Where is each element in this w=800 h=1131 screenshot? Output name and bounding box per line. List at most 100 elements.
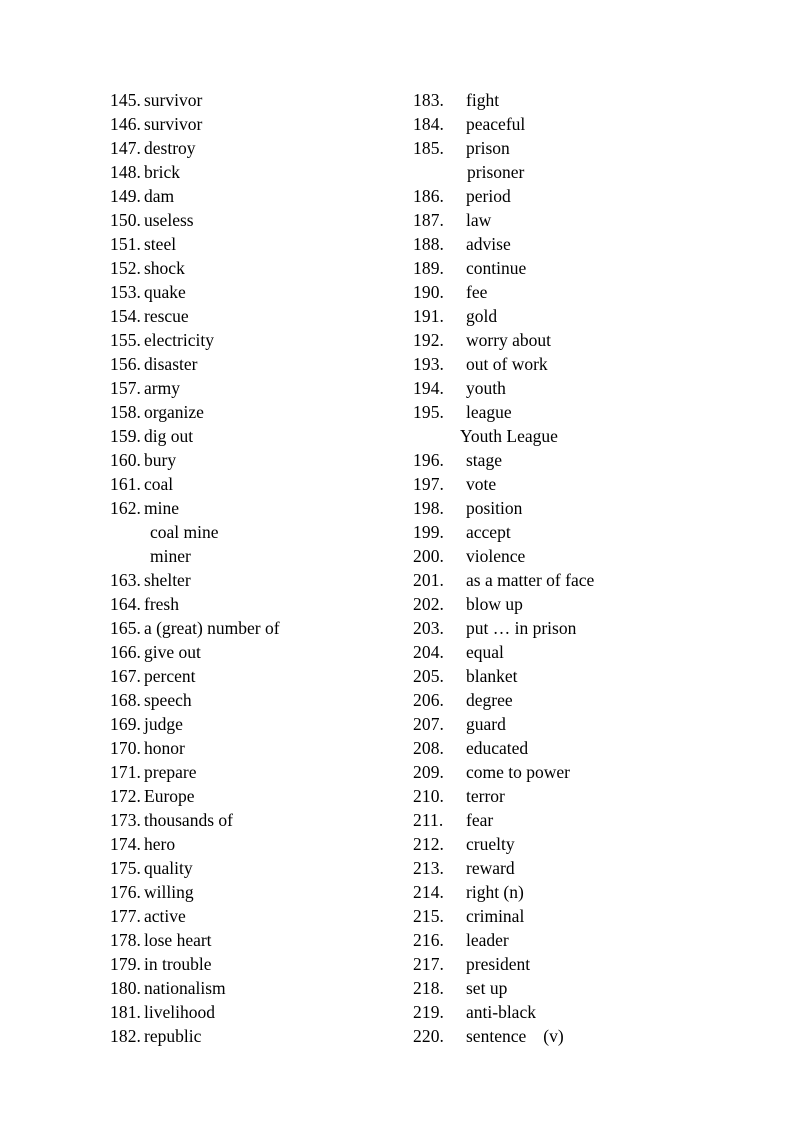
- word-list-entry: 179. in trouble: [110, 952, 410, 976]
- entry-number: 217.: [413, 954, 445, 974]
- word-list-entry: 209. come to power: [413, 760, 743, 784]
- entry-number: 151.: [110, 234, 142, 254]
- entry-number: 212.: [413, 834, 445, 854]
- word-list-entry: 172. Europe: [110, 784, 410, 808]
- entry-word: survivor: [144, 114, 203, 134]
- word-list-entry: 155. electricity: [110, 328, 410, 352]
- word-list-entry: 202. blow up: [413, 592, 743, 616]
- entry-word: peaceful: [466, 114, 526, 134]
- entry-number: 183.: [413, 90, 445, 110]
- entry-word: bury: [144, 450, 177, 470]
- entry-number: 172.: [110, 786, 142, 806]
- entry-word: quality: [144, 858, 193, 878]
- entry-number: 184.: [413, 114, 445, 134]
- word-list-entry: 189. continue: [413, 256, 743, 280]
- entry-word: electricity: [144, 330, 214, 350]
- entry-word: league: [466, 402, 512, 422]
- entry-number: 167.: [110, 666, 142, 686]
- word-list-entry: 192. worry about: [413, 328, 743, 352]
- entry-word: in trouble: [144, 954, 212, 974]
- entry-word: youth: [466, 378, 506, 398]
- entry-word: shock: [144, 258, 185, 278]
- entry-number: 186.: [413, 186, 445, 206]
- entry-number: 155.: [110, 330, 142, 350]
- entry-number: 173.: [110, 810, 142, 830]
- entry-word: destroy: [144, 138, 196, 158]
- entry-word: speech: [144, 690, 192, 710]
- entry-word: reward: [466, 858, 515, 878]
- entry-number: 149.: [110, 186, 142, 206]
- entry-number: 198.: [413, 498, 445, 518]
- entry-word: active: [144, 906, 186, 926]
- word-list-entry: 173. thousands of: [110, 808, 410, 832]
- entry-number: 193.: [413, 354, 445, 374]
- entry-word: coal: [144, 474, 174, 494]
- entry-word: fear: [466, 810, 494, 830]
- word-list-entry: 218. set up: [413, 976, 743, 1000]
- word-list-entry: 153. quake: [110, 280, 410, 304]
- word-list-entry: 167. percent: [110, 664, 410, 688]
- word-list-entry: 164. fresh: [110, 592, 410, 616]
- entry-word: coal mine: [150, 522, 219, 542]
- entry-word: leader: [466, 930, 509, 950]
- word-list-entry: 169. judge: [110, 712, 410, 736]
- word-list-subentry: coal mine: [110, 520, 410, 544]
- entry-number: 175.: [110, 858, 142, 878]
- word-list-entry: 213. reward: [413, 856, 743, 880]
- entry-number: 171.: [110, 762, 142, 782]
- entry-word: dig out: [144, 426, 194, 446]
- entry-number: 192.: [413, 330, 445, 350]
- entry-word: fresh: [144, 594, 179, 614]
- entry-word: accept: [466, 522, 511, 542]
- entry-word: livelihood: [144, 1002, 215, 1022]
- entry-number: 156.: [110, 354, 142, 374]
- word-list-entry: 182. republic: [110, 1024, 410, 1048]
- entry-word: anti-black: [466, 1002, 536, 1022]
- entry-number: 162.: [110, 498, 142, 518]
- entry-number: 201.: [413, 570, 445, 590]
- word-list-entry: 156. disaster: [110, 352, 410, 376]
- word-list-entry: 150. useless: [110, 208, 410, 232]
- entry-number: 194.: [413, 378, 445, 398]
- entry-number: 203.: [413, 618, 445, 638]
- entry-word: disaster: [144, 354, 198, 374]
- word-list-columns: 145. survivor 146. survivor 147. destroy 148. b…: [0, 88, 800, 1048]
- word-list-entry: 216. leader: [413, 928, 743, 952]
- entry-word: put … in prison: [466, 618, 577, 638]
- entry-word: educated: [466, 738, 529, 758]
- entry-number: 160.: [110, 450, 142, 470]
- entry-number: 145.: [110, 90, 142, 110]
- word-list-entry: 207. guard: [413, 712, 743, 736]
- entry-word: miner: [150, 546, 191, 566]
- entry-word: army: [144, 378, 180, 398]
- entry-word: degree: [466, 690, 513, 710]
- word-list-subentry: prisoner: [413, 160, 743, 184]
- word-list-entry: 175. quality: [110, 856, 410, 880]
- word-list-entry: 193. out of work: [413, 352, 743, 376]
- entry-word: president: [466, 954, 531, 974]
- entry-word: willing: [144, 882, 194, 902]
- word-list-entry: 187. law: [413, 208, 743, 232]
- entry-number: 189.: [413, 258, 445, 278]
- entry-number: 205.: [413, 666, 445, 686]
- word-list-entry: 198. position: [413, 496, 743, 520]
- entry-word: lose heart: [144, 930, 212, 950]
- word-list-entry: 191. gold: [413, 304, 743, 328]
- entry-word: rescue: [144, 306, 189, 326]
- entry-number: 219.: [413, 1002, 445, 1022]
- word-list-entry: 199. accept: [413, 520, 743, 544]
- entry-word: stage: [466, 450, 502, 470]
- entry-number: 190.: [413, 282, 445, 302]
- entry-word: sentence (v): [466, 1026, 564, 1046]
- entry-word: right (n): [466, 882, 524, 902]
- word-list-entry: 145. survivor: [110, 88, 410, 112]
- entry-word: survivor: [144, 90, 203, 110]
- word-list-entry: 154. rescue: [110, 304, 410, 328]
- word-list-entry: 195. league: [413, 400, 743, 424]
- entry-number: 182.: [110, 1026, 142, 1046]
- word-list-entry: 177. active: [110, 904, 410, 928]
- entry-word: position: [466, 498, 523, 518]
- entry-word: dam: [144, 186, 175, 206]
- word-list-entry: 166. give out: [110, 640, 410, 664]
- entry-number: 161.: [110, 474, 142, 494]
